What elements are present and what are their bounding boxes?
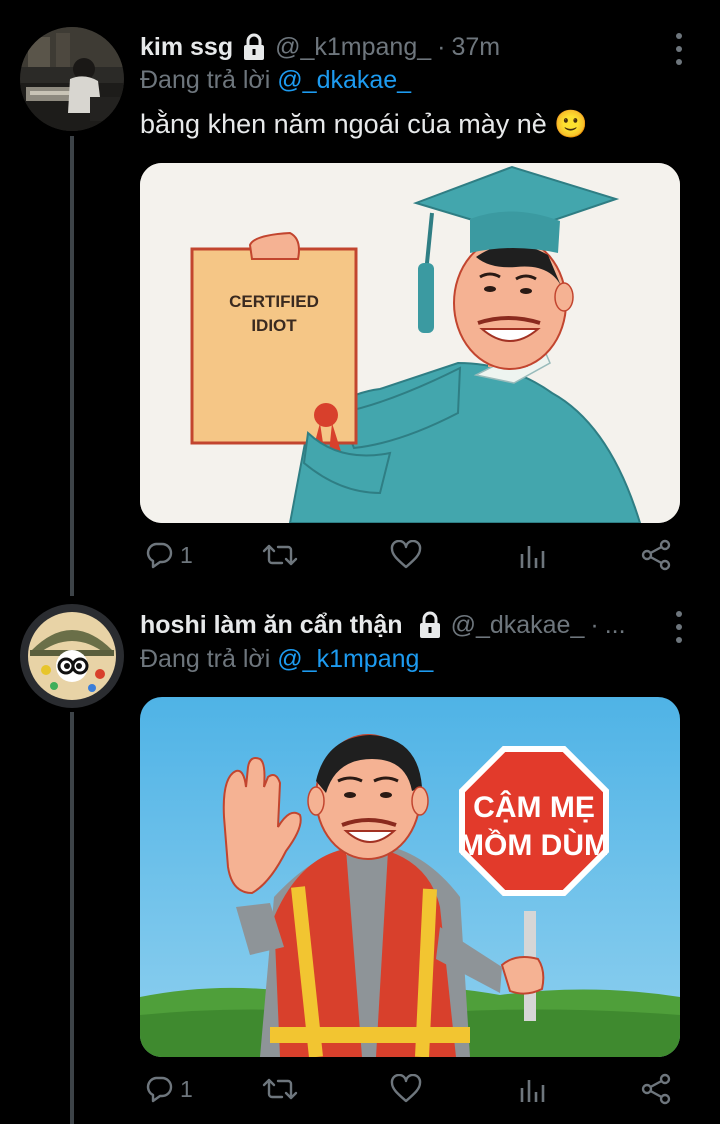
- share-button[interactable]: [640, 1069, 672, 1109]
- reply-context: Đang trả lời @_dkakae_: [140, 66, 411, 95]
- thread-line-2: [70, 712, 74, 1124]
- reply-prefix: Đang trả lời: [140, 66, 278, 94]
- reply-button[interactable]: 1: [144, 535, 193, 575]
- sign-text-line-1: CERTIFIED: [229, 292, 319, 311]
- like-button[interactable]: [390, 535, 422, 575]
- tweet-actions: 1: [140, 1069, 680, 1109]
- like-icon: [390, 540, 422, 569]
- lock-icon: [241, 33, 267, 61]
- timestamp[interactable]: 37m: [451, 33, 500, 62]
- reply-count: 1: [180, 1075, 193, 1102]
- display-name[interactable]: kim ssg: [140, 33, 233, 62]
- analytics-button[interactable]: [518, 1069, 546, 1109]
- retweet-button[interactable]: [262, 535, 298, 575]
- sign-text-line-2: IDIOT: [251, 316, 297, 335]
- reply-count: 1: [180, 541, 193, 568]
- sign-text-line-1: CẬM MẸ: [473, 790, 595, 824]
- share-icon: [641, 1073, 671, 1105]
- separator-dot: ·: [590, 610, 599, 639]
- sign-text-line-2: MỒM DÙM: [459, 828, 609, 862]
- lock-icon: [417, 611, 443, 639]
- thread-line-1: [70, 136, 74, 596]
- separator-dot: ·: [437, 32, 446, 61]
- tweet-header: hoshi làm ăn cẩn thận @_dkakae_ · ...: [140, 608, 660, 642]
- reply-mention[interactable]: @_dkakae_: [277, 66, 411, 94]
- more-vertical-icon[interactable]: [668, 33, 690, 65]
- reply-context: Đang trả lời @_k1mpang_: [140, 645, 433, 674]
- like-button[interactable]: [390, 1069, 422, 1109]
- tweet-header: kim ssg @_k1mpang_ · 37m: [140, 30, 660, 64]
- timestamp[interactable]: ...: [605, 611, 626, 640]
- reply-prefix: Đang trả lời: [140, 645, 278, 673]
- user-handle[interactable]: @_dkakae_: [451, 611, 585, 640]
- avatar-hoshi[interactable]: [20, 604, 124, 708]
- like-icon: [390, 1074, 422, 1103]
- analytics-icon: [520, 1080, 545, 1102]
- reply-icon: [146, 1076, 173, 1103]
- user-handle[interactable]: @_k1mpang_: [275, 33, 431, 62]
- avatar-kim-ssg[interactable]: [20, 27, 124, 131]
- tweet-text: bằng khen năm ngoái của mày nè 🙂: [140, 109, 588, 139]
- tweet-image[interactable]: CẬM MẸ MỒM DÙM: [140, 697, 680, 1057]
- tweet-actions: 1: [140, 535, 680, 575]
- share-icon: [641, 539, 671, 571]
- analytics-icon: [520, 546, 545, 568]
- more-vertical-icon[interactable]: [668, 611, 690, 643]
- display-name[interactable]: hoshi làm ăn cẩn thận: [140, 611, 403, 640]
- share-button[interactable]: [640, 535, 672, 575]
- reply-icon: [146, 542, 173, 569]
- retweet-icon: [262, 1078, 298, 1100]
- retweet-button[interactable]: [262, 1069, 298, 1109]
- tweet-image[interactable]: CERTIFIED IDIOT: [140, 163, 680, 523]
- reply-mention[interactable]: @_k1mpang_: [277, 645, 433, 673]
- analytics-button[interactable]: [518, 535, 546, 575]
- reply-button[interactable]: 1: [144, 1069, 193, 1109]
- retweet-icon: [262, 544, 298, 566]
